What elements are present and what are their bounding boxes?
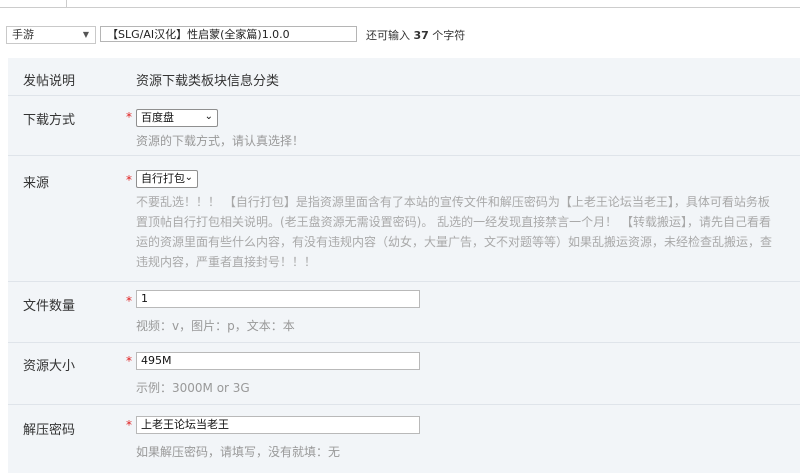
file-count-hint: 视频：v，图片：p，文本：本 xyxy=(136,319,295,333)
tab-strip-border xyxy=(66,7,800,8)
download-label: 下载方式 xyxy=(23,113,76,128)
form-header-row: 发帖说明 资源下载类板块信息分类 xyxy=(8,58,800,96)
source-warning: 不要乱选！！！ 【自行打包】是指资源里面含有了本站的宣传文件和解压密码为【上老王… xyxy=(136,192,800,272)
download-hint: 资源的下载方式，请认真选择！ xyxy=(136,134,305,148)
chevron-down-icon: ⌄ xyxy=(204,111,213,122)
remaining-prefix: 还可输入 xyxy=(366,29,414,42)
warning-line: 置顶帖自行打包相关说明。(老王盘资源无需设置密码)。 乱选的一经发现直接禁言一个… xyxy=(136,215,771,229)
warning-line: 不要乱选！！！ 【自行打包】是指资源里面含有了本站的宣传文件和解压密码为【上老王… xyxy=(136,195,770,209)
source-select[interactable]: 自行打包 ⌄ xyxy=(136,170,198,188)
category-select[interactable]: 手游 ▼ xyxy=(6,26,96,44)
header-description: 资源下载类板块信息分类 xyxy=(136,74,280,89)
size-hint: 示例：3000M or 3G xyxy=(136,381,250,395)
required-star: * xyxy=(126,354,132,368)
source-row: 来源 * 自行打包 ⌄ 不要乱选！！！ 【自行打包】是指资源里面含有了本站的宣传… xyxy=(8,156,800,282)
download-method-select[interactable]: 百度盘 ⌄ xyxy=(136,109,218,127)
download-method-value: 百度盘 xyxy=(141,111,174,124)
title-input[interactable]: 【SLG/AI汉化】性启蒙(全家篇)1.0.0 xyxy=(100,26,357,42)
password-row: 解压密码 * 上老王论坛当老王 如果解压密码，请填写，没有就填：无 xyxy=(8,405,800,473)
file-count-label: 文件数量 xyxy=(23,299,76,314)
required-star: * xyxy=(126,418,132,432)
tab-strip xyxy=(0,0,800,8)
title-row: 手游 ▼ 【SLG/AI汉化】性启蒙(全家篇)1.0.0 还可输入 37 个字符 xyxy=(0,24,800,46)
warning-line: 违规内容，严重者直接封号！！！ xyxy=(136,255,317,269)
post-form: 发帖说明 资源下载类板块信息分类 下载方式 * 百度盘 ⌄ 资源的下载方式，请认… xyxy=(8,58,800,473)
chevron-down-icon: ⌄ xyxy=(184,172,193,183)
password-hint: 如果解压密码，请填写，没有就填：无 xyxy=(136,445,341,459)
password-input[interactable]: 上老王论坛当老王 xyxy=(136,416,420,434)
header-label: 发帖说明 xyxy=(23,74,76,89)
remaining-suffix: 个字符 xyxy=(428,29,466,42)
password-label: 解压密码 xyxy=(23,423,76,438)
remaining-chars: 还可输入 37 个字符 xyxy=(366,27,465,43)
required-star: * xyxy=(126,294,132,308)
size-label: 资源大小 xyxy=(23,359,76,374)
chevron-down-icon: ▼ xyxy=(82,30,89,39)
file-count-row: 文件数量 * 1 视频：v，图片：p，文本：本 xyxy=(8,282,800,343)
file-count-input[interactable]: 1 xyxy=(136,290,420,308)
source-label: 来源 xyxy=(23,176,50,191)
size-row: 资源大小 * 495M 示例：3000M or 3G xyxy=(8,343,800,405)
tab-active[interactable] xyxy=(0,0,67,8)
remaining-count: 37 xyxy=(413,29,429,42)
size-input[interactable]: 495M xyxy=(136,352,420,370)
warning-line: 运的资源里面有些什么内容，有没有违规内容（幼女，大量广告，文不对题等等）如果乱搬… xyxy=(136,235,773,249)
category-select-value: 手游 xyxy=(12,28,34,41)
source-select-value: 自行打包 xyxy=(141,172,185,185)
download-row: 下载方式 * 百度盘 ⌄ 资源的下载方式，请认真选择！ xyxy=(8,95,800,156)
required-star: * xyxy=(126,110,132,124)
required-star: * xyxy=(126,173,132,187)
